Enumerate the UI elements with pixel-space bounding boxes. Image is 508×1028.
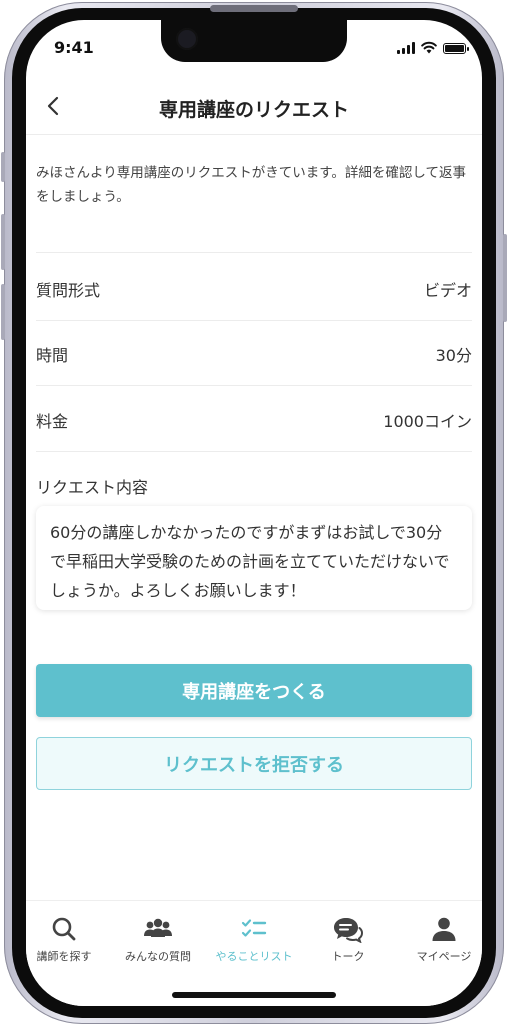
page-title: 専用講座のリクエスト	[158, 99, 349, 121]
home-indicator[interactable]	[172, 992, 336, 998]
tab-label: マイページ	[416, 950, 472, 963]
detail-row-format: 質問形式 ビデオ	[36, 274, 472, 304]
detail-row-time: 時間 30分	[36, 339, 472, 369]
power-button	[503, 234, 507, 322]
volume-up-button	[1, 214, 5, 270]
tab-talk[interactable]: トーク	[302, 915, 394, 964]
people-icon	[144, 918, 172, 937]
tab-my-page[interactable]: マイページ	[398, 915, 482, 964]
tab-label: 講師を探す	[36, 950, 92, 963]
nav-bar: 専用講座のリクエスト	[26, 86, 482, 130]
create-course-button[interactable]: 専用講座をつくる	[36, 664, 472, 717]
person-icon	[432, 917, 456, 941]
request-text: 60分の講座しかなかったのですがまずはお試しで30分で早稲田大学受験のための計画…	[50, 523, 450, 600]
tab-label: やることリスト	[215, 950, 293, 963]
tab-label: トーク	[331, 950, 365, 963]
tab-label: みんなの質問	[125, 950, 191, 963]
row-divider	[36, 451, 472, 452]
tab-todo-list[interactable]: やることリスト	[208, 915, 300, 964]
checklist-icon	[241, 919, 267, 937]
row-divider	[36, 320, 472, 321]
intro-message: みほさんより専用講座のリクエストがきています。詳細を確認して返事をしましょう。	[36, 165, 466, 205]
detail-value: 30分	[435, 346, 472, 365]
screen: 9:41 専用講座のリクエスト みほさんより専用講座のリクエストがきています。詳…	[26, 20, 482, 1006]
decline-request-button[interactable]: リクエストを拒否する	[36, 737, 472, 790]
detail-row-price: 料金 1000コイン	[36, 405, 472, 435]
status-time: 9:41	[54, 38, 94, 57]
front-camera	[176, 28, 198, 50]
battery-icon	[443, 43, 469, 54]
speaker-grille	[210, 5, 298, 12]
detail-label: 時間	[36, 346, 69, 365]
signal-icon	[397, 42, 415, 54]
section-divider	[36, 252, 472, 253]
detail-value: 1000コイン	[383, 412, 472, 431]
status-icons	[397, 40, 469, 54]
request-label: リクエスト内容	[36, 478, 149, 497]
tab-everyone-questions[interactable]: みんなの質問	[112, 915, 204, 964]
volume-down-button	[1, 284, 5, 340]
tab-find-teacher[interactable]: 講師を探す	[26, 915, 110, 964]
tab-bar: 講師を探す みんなの質問 やることリスト トーク マイページ	[26, 900, 482, 1006]
detail-label: 料金	[36, 412, 69, 431]
detail-value: ビデオ	[423, 281, 472, 300]
row-divider	[36, 385, 472, 386]
search-icon	[52, 917, 76, 941]
request-content-box[interactable]: 60分の講座しかなかったのですがまずはお試しで30分で早稲田大学受験のための計画…	[36, 506, 472, 610]
mute-switch	[1, 152, 5, 182]
wifi-icon	[421, 41, 437, 54]
nav-divider	[26, 134, 482, 135]
chat-icon	[334, 918, 363, 943]
detail-label: 質問形式	[36, 281, 101, 300]
